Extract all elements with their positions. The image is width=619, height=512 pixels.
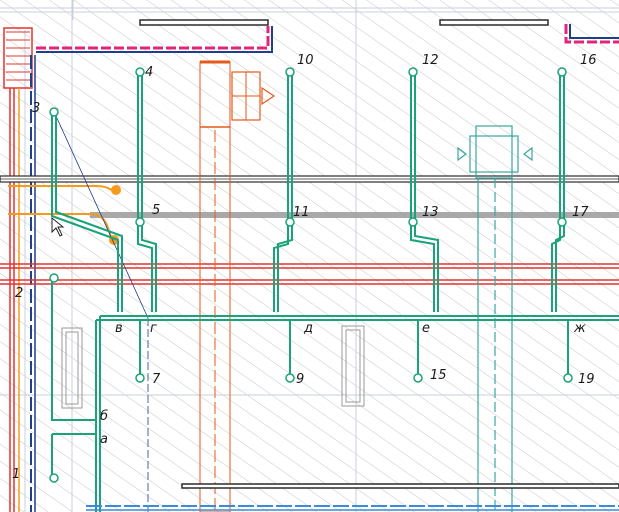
riser-label: 13 [422, 205, 439, 220]
riser-label: 7 [152, 372, 161, 387]
grey-beam-band [90, 212, 619, 218]
cad-drawing-canvas[interactable]: 4 10 12 16 5 11 13 17 7 9 15 19 1 2 3 в … [0, 0, 619, 512]
concrete-hatch [0, 0, 619, 512]
riser-label: 3 [32, 101, 40, 116]
riser-label: 4 [145, 65, 153, 80]
riser-label: 11 [293, 205, 310, 220]
riser-label: 19 [578, 372, 595, 387]
riser-label: 1 [12, 467, 20, 482]
riser-label: 2 [15, 286, 23, 301]
riser-label: 12 [422, 53, 439, 68]
riser-label: 5 [152, 203, 160, 218]
branch-label: е [422, 321, 430, 336]
riser-label: 16 [580, 53, 597, 68]
floor-plan-svg: 4 10 12 16 5 11 13 17 7 9 15 19 1 2 3 в … [0, 0, 619, 512]
branch-label: д [303, 321, 313, 336]
branch-label: а [100, 432, 108, 447]
riser-label: 10 [297, 53, 314, 68]
branch-label: ж [573, 321, 586, 336]
mid-wall [0, 175, 619, 183]
branch-label: г [150, 321, 157, 336]
riser-label: 9 [296, 372, 304, 387]
branch-label: б [100, 409, 108, 424]
riser-label: 17 [572, 205, 589, 220]
riser-label: 15 [430, 368, 447, 383]
branch-label: в [115, 321, 123, 336]
